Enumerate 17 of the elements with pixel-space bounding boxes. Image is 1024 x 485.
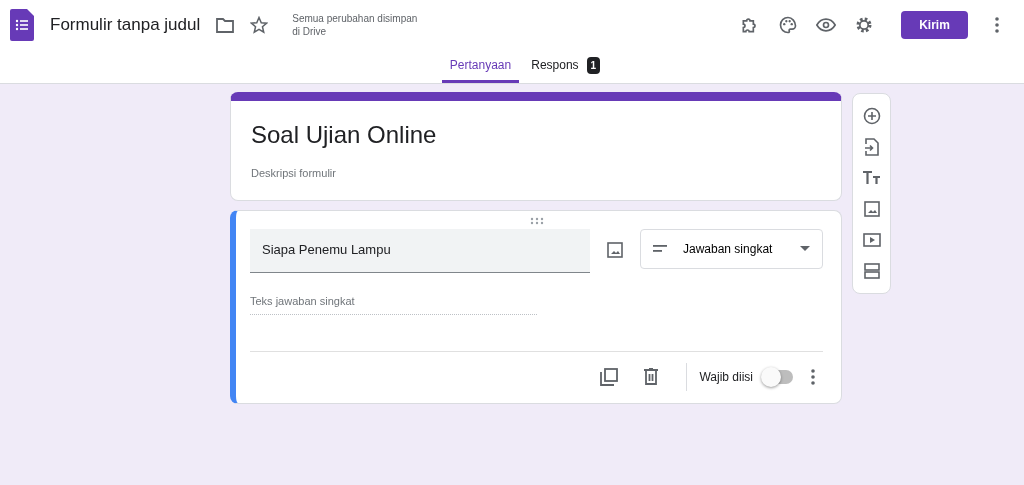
form-name[interactable]: Formulir tanpa judul: [50, 12, 201, 38]
answer-field[interactable]: Teks jawaban singkat: [250, 292, 537, 315]
short-text-icon: [653, 244, 667, 253]
form-title[interactable]: Soal Ujian Online: [251, 119, 821, 151]
required-label: Wajib diisi: [699, 368, 753, 386]
caret-icon: [800, 246, 810, 251]
question-type-dropdown[interactable]: Jawaban singkat: [640, 228, 823, 269]
send-button[interactable]: Kirim: [901, 11, 968, 39]
tab[interactable]: Respons 1: [523, 50, 609, 83]
tab[interactable]: Pertanyaan: [441, 50, 520, 83]
drag-handle-icon[interactable]: [529, 216, 544, 225]
required-toggle[interactable]: [763, 369, 793, 384]
form-description-field[interactable]: Deskripsi formulir: [251, 165, 821, 182]
forms-logo-icon[interactable]: [10, 9, 34, 41]
save-status: Semua perubahan disimpan di Drive: [292, 12, 419, 38]
question-field[interactable]: Siapa Penemu Lampu: [250, 228, 590, 273]
count-badge: 1: [586, 57, 601, 74]
